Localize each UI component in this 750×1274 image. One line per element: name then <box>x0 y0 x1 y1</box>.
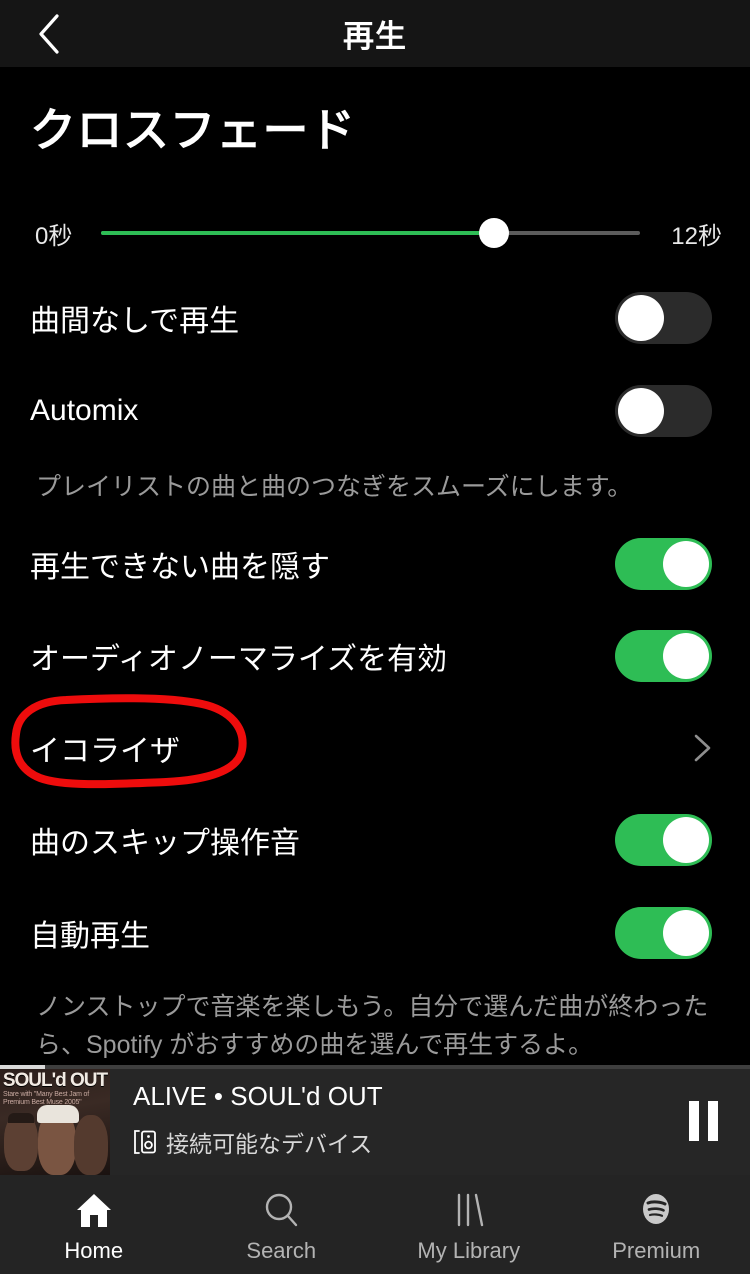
setting-label-gapless: 曲間なしで再生 <box>30 305 240 338</box>
toggle-skip-sound[interactable] <box>615 814 712 866</box>
pause-icon-bar <box>708 1101 718 1141</box>
chevron-right-icon[interactable] <box>684 731 718 765</box>
nav-label-home: Home <box>64 1238 124 1263</box>
setting-label-automix: Automix <box>30 394 139 427</box>
setting-row-autoplay[interactable]: 自動再生 <box>0 900 750 966</box>
bottom-navigation: Home Search My Library Premium <box>0 1175 750 1274</box>
page-title: クロスフェード <box>30 104 356 156</box>
toggle-hide-unplayable[interactable] <box>615 538 712 590</box>
toggle-knob <box>663 541 709 587</box>
slider-thumb[interactable] <box>479 218 509 248</box>
spotify-playback-settings-screen: 再生 クロスフェード 0秒 12秒 曲間なしで再生 Automix プレイリスト… <box>0 0 750 1274</box>
setting-row-automix[interactable]: Automix <box>0 378 750 444</box>
connect-device-row[interactable]: 接続可能なデバイス <box>133 1125 372 1159</box>
settings-content: クロスフェード 0秒 12秒 曲間なしで再生 Automix プレイリストの曲と… <box>0 67 750 1065</box>
slider-fill <box>101 231 493 235</box>
nav-item-my-library[interactable]: My Library <box>375 1175 563 1274</box>
setting-row-hide-unplayable[interactable]: 再生できない曲を隠す <box>0 531 750 597</box>
toggle-gapless[interactable] <box>615 292 712 344</box>
album-art-cap <box>8 1113 34 1123</box>
toggle-knob <box>663 633 709 679</box>
pause-icon-bar <box>689 1101 699 1141</box>
slider-track[interactable] <box>101 218 640 248</box>
now-playing-bar[interactable]: SOUL'd OUT Stare with "Many Best Jam of … <box>0 1065 750 1175</box>
now-playing-text: ALIVE • SOUL'd OUT <box>133 1081 383 1112</box>
album-art-cap <box>37 1105 79 1123</box>
device-label: 接続可能なデバイス <box>166 1131 373 1157</box>
toggle-knob <box>618 295 664 341</box>
setting-row-gapless[interactable]: 曲間なしで再生 <box>0 285 750 351</box>
spotify-logo-icon <box>636 1191 676 1229</box>
toggle-audio-normalize[interactable] <box>615 630 712 682</box>
toggle-knob <box>663 817 709 863</box>
toggle-knob <box>618 388 664 434</box>
nav-item-search[interactable]: Search <box>188 1175 376 1274</box>
library-icon <box>449 1191 489 1229</box>
toggle-autoplay[interactable] <box>615 907 712 959</box>
nav-item-home[interactable]: Home <box>0 1175 188 1274</box>
setting-row-audio-normalize[interactable]: オーディオノーマライズを有効 <box>0 623 750 689</box>
pause-button[interactable] <box>682 1101 726 1143</box>
track-title: ALIVE • SOUL'd OUT <box>133 1081 383 1111</box>
device-speaker-icon <box>134 1130 156 1154</box>
setting-label-autoplay: 自動再生 <box>30 920 150 953</box>
slider-min-label: 0秒 <box>35 223 73 250</box>
album-art-subtitle: Stare with "Many Best Jam of Premium Bes… <box>3 1091 89 1106</box>
album-art[interactable]: SOUL'd OUT Stare with "Many Best Jam of … <box>0 1069 110 1175</box>
toggle-knob <box>663 910 709 956</box>
setting-row-skip-sound[interactable]: 曲のスキップ操作音 <box>0 807 750 873</box>
setting-label-audio-normalize: オーディオノーマライズを有効 <box>30 643 447 676</box>
nav-item-premium[interactable]: Premium <box>563 1175 750 1274</box>
album-art-title: SOUL'd OUT <box>2 1070 108 1091</box>
home-icon <box>74 1191 114 1229</box>
crossfade-slider[interactable]: 0秒 12秒 <box>0 207 750 257</box>
setting-row-equalizer[interactable]: イコライザ <box>0 715 750 781</box>
nav-label-my-library: My Library <box>417 1238 521 1263</box>
setting-label-hide-unplayable: 再生できない曲を隠す <box>30 551 330 584</box>
slider-max-label: 12秒 <box>671 223 722 250</box>
setting-description-autoplay: ノンストップで音楽を楽しもう。自分で選んだ曲が終わったら、Spotify がおす… <box>36 993 709 1059</box>
search-icon <box>261 1191 301 1229</box>
page-header-title: 再生 <box>343 19 407 54</box>
setting-description-automix: プレイリストの曲と曲のつなぎをスムーズにします。 <box>36 473 633 501</box>
app-header: 再生 <box>0 0 750 67</box>
playback-progress-track <box>0 1065 750 1069</box>
nav-label-premium: Premium <box>612 1238 701 1263</box>
album-art-figure <box>74 1115 108 1175</box>
setting-label-skip-sound: 曲のスキップ操作音 <box>30 827 300 860</box>
nav-label-search: Search <box>246 1238 317 1263</box>
toggle-automix[interactable] <box>615 385 712 437</box>
setting-label-equalizer: イコライザ <box>30 735 180 768</box>
